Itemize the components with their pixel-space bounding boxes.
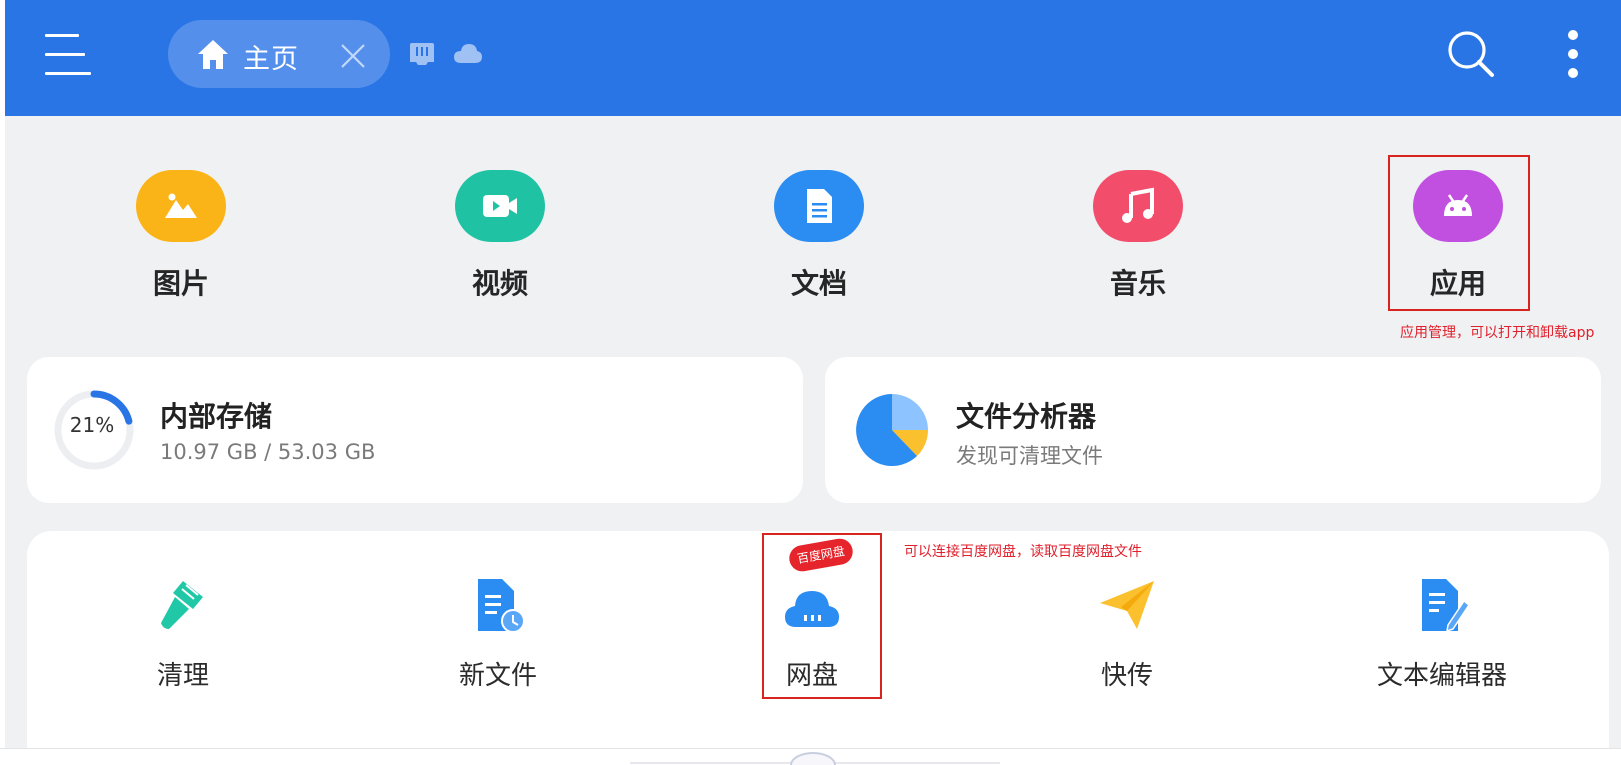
tab-home-label: 主页 [243,44,299,75]
tool-label: 文本编辑器 [1376,661,1507,691]
tool-text-editor[interactable]: 文本编辑器 [1352,565,1532,705]
category-label: 文档 [790,267,847,300]
close-icon[interactable] [339,42,367,70]
video-icon [455,170,545,242]
tool-quick-transfer[interactable]: 快传 [1037,565,1217,705]
pie-chart-icon [856,394,929,466]
sd-card-icon[interactable] [408,42,436,66]
top-app-bar: 主页 [5,0,1621,116]
text-editor-icon [1422,579,1471,633]
broom-icon [161,581,203,629]
category-label: 应用 [1429,267,1486,300]
category-label: 视频 [471,267,528,300]
document-icon [774,170,864,242]
paper-plane-icon [1100,581,1154,629]
menu-icon[interactable] [45,34,93,75]
category-videos[interactable]: 视频 [420,150,580,300]
internal-storage-card[interactable]: 21% 内部存储 10.97 GB / 53.03 GB [27,357,803,503]
tool-label: 网盘 [785,661,838,691]
tool-label: 新文件 [458,661,537,691]
category-images[interactable]: 图片 [101,150,261,300]
home-icon [198,40,228,69]
analyzer-title: 文件分析器 [956,400,1097,433]
storage-usage: 10.97 GB / 53.03 GB [160,440,376,464]
home-screen: 主页 图片 视频 文档 音乐 应用 应用管理，可以打开和卸载app 21% 内部… [5,0,1621,765]
analyzer-subtitle: 发现可清理文件 [956,444,1103,468]
tool-new-files[interactable]: 新文件 [408,565,588,705]
annotation-apps: 应用管理，可以打开和卸载app [1400,325,1595,341]
cloud-drive-icon [785,591,839,627]
annotation-netdisk: 可以连接百度网盘，读取百度网盘文件 [904,544,1142,560]
storage-percent: 21% [69,413,115,437]
image-icon [136,170,226,242]
tool-label: 快传 [1100,661,1153,691]
storage-title: 内部存储 [160,400,273,433]
file-analyzer-card[interactable]: 文件分析器 发现可清理文件 [825,357,1601,503]
category-label: 图片 [152,267,209,300]
category-documents[interactable]: 文档 [739,150,899,300]
search-icon[interactable] [1445,28,1497,80]
tool-clean[interactable]: 清理 [93,565,273,705]
category-music[interactable]: 音乐 [1058,150,1218,300]
recent-file-icon [478,579,525,633]
tool-netdisk[interactable]: 网盘 [722,565,902,705]
tab-home[interactable]: 主页 [168,20,390,88]
android-icon [1413,170,1503,242]
tool-label: 清理 [156,661,209,691]
category-label: 音乐 [1109,267,1166,300]
category-apps[interactable]: 应用 [1378,150,1538,300]
cloud-icon[interactable] [453,42,483,64]
music-icon [1093,170,1183,242]
more-vert-icon[interactable] [1560,28,1586,80]
